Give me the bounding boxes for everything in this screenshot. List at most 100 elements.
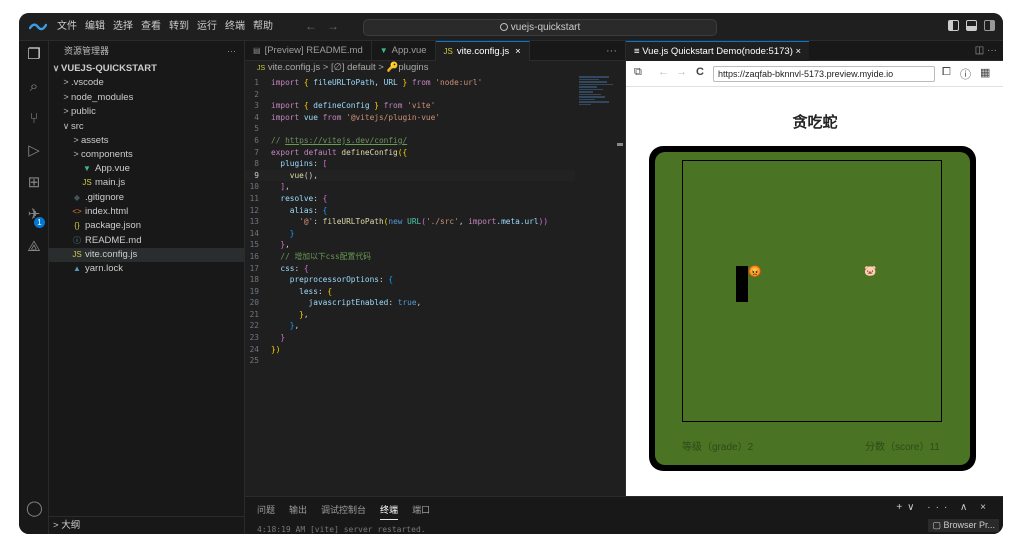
menu-view[interactable]: 查看	[137, 13, 165, 41]
tree-item-label: main.js	[95, 177, 126, 189]
preview-tab[interactable]: ≡ Vue.js Quickstart Demo(node:5173) ×	[626, 41, 810, 61]
editor-tab[interactable]: ▤ [Preview] README.md	[245, 41, 372, 61]
search-icon[interactable]: ⌕	[26, 79, 42, 95]
editor-tab[interactable]: JS vite.config.js ×	[435, 41, 530, 61]
breadcrumb-default[interactable]: [∅] default	[331, 62, 376, 73]
code-line: 22 },	[245, 320, 575, 332]
menu-file[interactable]: 文件	[53, 13, 81, 41]
url-input[interactable]: https://zaqfab-bknnvl-5173.preview.myide…	[713, 66, 935, 82]
close-icon[interactable]: ×	[796, 46, 802, 57]
panel-tab[interactable]: 问题	[257, 503, 275, 520]
reload-icon[interactable]: C	[696, 66, 704, 78]
code-token: new	[388, 217, 408, 227]
tree-item-readme-md[interactable]: ⓘ README.md	[49, 234, 244, 248]
toggle-sidebar-icon[interactable]	[948, 20, 959, 31]
line-number: 25	[249, 356, 259, 366]
tree-item-vite-config-js[interactable]: JS vite.config.js	[49, 248, 244, 263]
tree-item-label: node_modules	[71, 91, 134, 103]
explorer-more-icon[interactable]: ···	[227, 41, 236, 61]
app-logo-icon	[29, 23, 47, 31]
panel-actions[interactable]: +∨ ··· ∧ ×	[896, 502, 991, 513]
copy-icon[interactable]: ⧠	[942, 66, 951, 79]
code-token: {	[327, 286, 333, 296]
line-number: 5	[254, 124, 259, 134]
menu-go[interactable]: 转到	[165, 13, 193, 41]
panel-tab[interactable]: 输出	[289, 503, 307, 520]
tree-item-src[interactable]: ∨ src	[49, 119, 244, 133]
panel-tab[interactable]: 调试控制台	[321, 503, 366, 520]
account-icon[interactable]: ◯	[26, 501, 43, 517]
code-editor[interactable]: 1 import { fileURLToPath, URL } from 'nod…	[245, 77, 575, 367]
breadcrumb-file[interactable]: vite.config.js	[268, 62, 320, 73]
extensions-icon[interactable]: ⊞	[26, 175, 42, 191]
tree-item-assets[interactable]: > assets	[49, 133, 244, 147]
help-icon[interactable]: ⓘ	[960, 66, 971, 82]
scrollbar-thumb[interactable]	[617, 143, 623, 146]
menu-run[interactable]: 运行	[193, 13, 221, 41]
code-line: 10 ],	[245, 181, 575, 193]
tree-item--gitignore[interactable]: ◆ .gitignore	[49, 191, 244, 205]
back-icon[interactable]: ←	[658, 66, 669, 78]
score-label: 分数（score）11	[865, 442, 940, 453]
back-arrow-icon[interactable]: ←	[305, 19, 327, 33]
project-root[interactable]: ∨ VUEJS-QUICKSTART	[49, 61, 244, 75]
code-line: 8 plugins: [	[245, 158, 575, 170]
chevron-icon: >	[63, 77, 69, 88]
forward-icon[interactable]: →	[676, 66, 687, 78]
code-token: }	[271, 309, 304, 319]
line-number: 1	[254, 78, 259, 87]
run-debug-icon[interactable]: ▷	[26, 143, 42, 159]
chevron-right-icon: >	[53, 520, 59, 531]
chevron-icon: ∨	[62, 120, 70, 131]
outline-section[interactable]: > 大纲	[49, 516, 245, 534]
code-token: {	[322, 205, 328, 215]
menu-selection[interactable]: 选择	[109, 13, 137, 41]
code-token: (),	[303, 170, 318, 180]
menu-terminal[interactable]: 终端	[221, 13, 249, 41]
code-token: '@'	[271, 217, 314, 227]
tree-item-app-vue[interactable]: ▼ App.vue	[49, 162, 244, 176]
close-icon[interactable]: ×	[515, 46, 521, 57]
editor-tab[interactable]: ▼ App.vue	[372, 41, 436, 61]
tree-item-yarn-lock[interactable]: ▲ yarn.lock	[49, 262, 244, 276]
tree-item--vscode[interactable]: > .vscode	[49, 75, 244, 89]
tree-item-node-modules[interactable]: > node_modules	[49, 90, 244, 104]
forward-arrow-icon[interactable]: →	[327, 19, 349, 33]
open-external-icon[interactable]: ⧉	[634, 66, 642, 79]
breadcrumb-plugins[interactable]: 🔑plugins	[387, 62, 429, 73]
rocket-icon[interactable]: ✈	[26, 207, 42, 223]
tree-item-package-json[interactable]: {} package.json	[49, 219, 244, 233]
code-token: {	[303, 78, 314, 87]
code-token: ,	[294, 321, 300, 331]
split-editor-icon[interactable]: ◫ ···	[975, 41, 997, 61]
menu-help[interactable]: 帮助	[249, 13, 277, 41]
source-control-icon[interactable]: ⑂	[26, 111, 42, 127]
activity-bar: ❐ ⌕ ⑂ ▷ ⊞ 1 ✈ ⟁ ◯	[19, 41, 49, 534]
game-board-frame: 😡 🐷 等级（grade）2 分数（score）11	[649, 146, 976, 471]
tree-item-public[interactable]: > public	[49, 104, 244, 118]
menu-edit[interactable]: 编辑	[81, 13, 109, 41]
browser-preview: ≡ Vue.js Quickstart Demo(node:5173) × ◫ …	[625, 41, 1003, 496]
js-file-icon: JS	[257, 65, 266, 72]
browser-preview-terminal[interactable]: ▢ Browser Pr...	[928, 519, 999, 532]
tree-item-index-html[interactable]: <> index.html	[49, 205, 244, 219]
line-number: 7	[254, 147, 259, 157]
tabs-more-icon[interactable]: ···	[606, 41, 617, 61]
code-token: :	[388, 298, 398, 308]
tree-item-label: .gitignore	[85, 191, 125, 203]
preview-tab-bar: ≡ Vue.js Quickstart Demo(node:5173) × ◫ …	[626, 41, 1003, 61]
panel-tab[interactable]: 终端	[380, 503, 399, 520]
toggle-panel-icon[interactable]	[966, 20, 977, 31]
command-center-search[interactable]: vuejs-quickstart	[363, 19, 717, 36]
tree-item-components[interactable]: > components	[49, 147, 244, 161]
remote-icon[interactable]: ⟁	[26, 239, 42, 255]
minimap[interactable]	[575, 75, 623, 135]
panel-tab[interactable]: 端口	[412, 503, 430, 520]
toggle-secondary-sidebar-icon[interactable]	[984, 20, 995, 31]
food-pig-icon: 🐷	[864, 266, 877, 277]
explorer-icon[interactable]: ❐	[26, 47, 42, 63]
qr-code-icon[interactable]: ▦	[980, 66, 990, 79]
outline-label: 大纲	[61, 520, 81, 531]
tree-item-main-js[interactable]: JS main.js	[49, 176, 244, 190]
snake-segment	[736, 290, 748, 302]
